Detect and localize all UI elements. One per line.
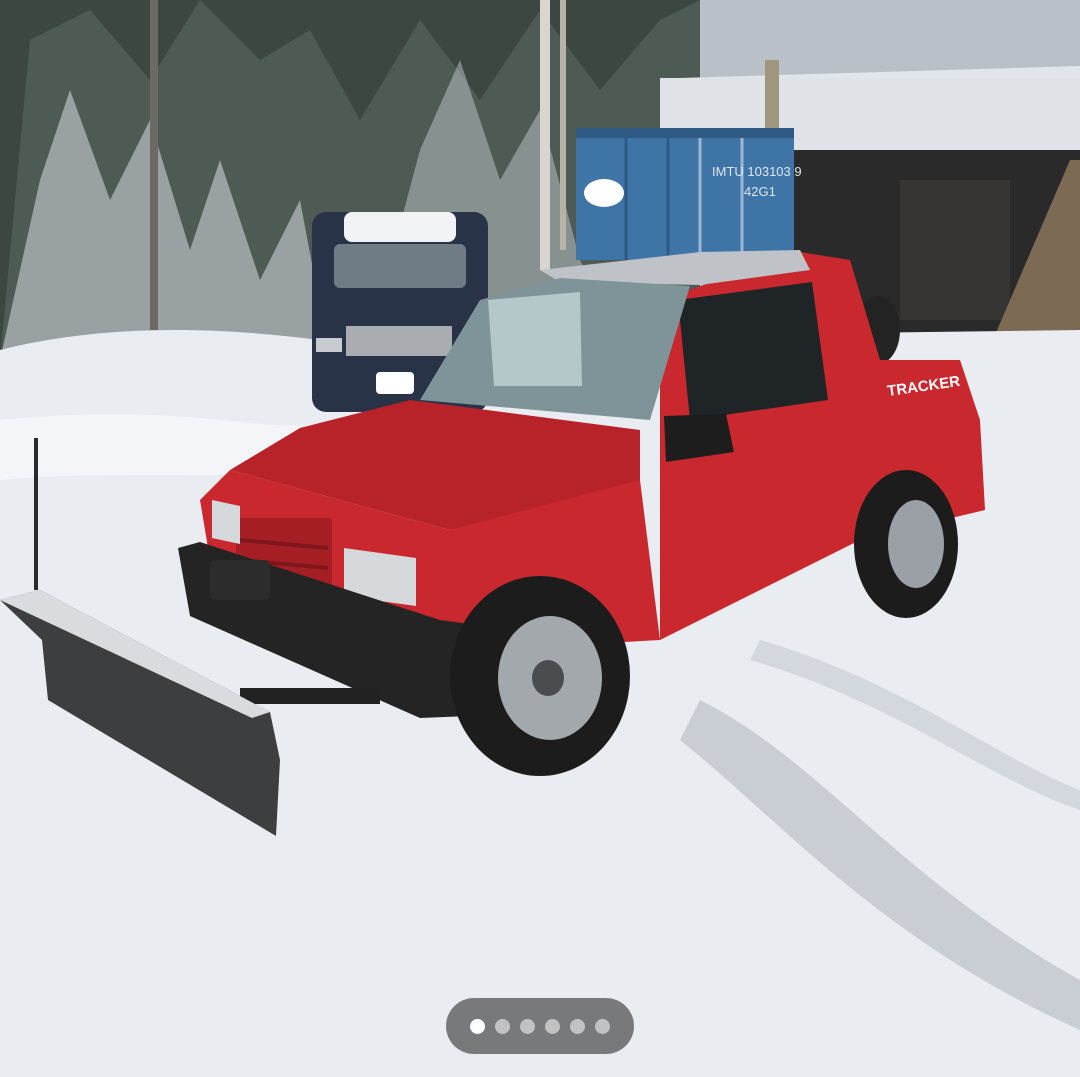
pager-dot-5[interactable] xyxy=(570,1018,585,1034)
listing-photo: IMTU 103103 9 42G1 TRACKER xyxy=(0,0,1080,1077)
pager-dot-1[interactable] xyxy=(470,1018,485,1034)
container-type-text: 42G1 xyxy=(744,184,776,199)
pager-dot-6[interactable] xyxy=(595,1018,610,1034)
pager-dot-3[interactable] xyxy=(520,1018,535,1034)
shipping-container: IMTU 103103 9 42G1 xyxy=(576,128,802,260)
pager-dot-4[interactable] xyxy=(545,1018,560,1034)
container-code-text: IMTU 103103 9 xyxy=(712,164,802,179)
pager-dot-2[interactable] xyxy=(495,1018,510,1034)
image-pager[interactable] xyxy=(446,998,634,1054)
photo-viewer[interactable]: IMTU 103103 9 42G1 TRACKER xyxy=(0,0,1080,1077)
